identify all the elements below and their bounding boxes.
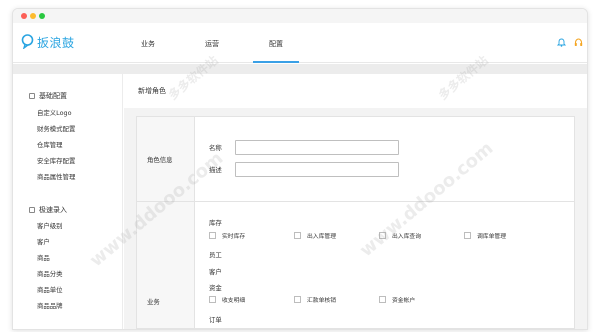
- checkbox-transfer-order-management[interactable]: 调库单管理: [464, 231, 506, 240]
- sidebar-item-product-attributes[interactable]: 商品属性管理: [37, 172, 75, 181]
- sidebar-group-title: 基础配置: [39, 92, 67, 100]
- checkbox-label: 收支明细: [222, 298, 246, 304]
- logo-text: 扳浪鼓: [37, 36, 75, 50]
- checkbox-stock-in-out-query[interactable]: 出入库查询: [379, 231, 421, 240]
- checkbox-box[interactable]: [464, 232, 471, 239]
- description-input[interactable]: [235, 162, 399, 177]
- checkbox-remittance-writeoff[interactable]: 汇款单核销: [294, 295, 336, 304]
- app-logo[interactable]: 扳浪鼓: [21, 34, 75, 51]
- checkbox-box[interactable]: [379, 232, 386, 239]
- checkbox-box[interactable]: [209, 232, 216, 239]
- page-header: 新增角色: [124, 74, 587, 108]
- checkbox-label: 资金帐户: [392, 298, 416, 304]
- main-content: 新增角色 角色信息 名称 描述 业务 库存 实时库存 出入库管理 出入库查询 调…: [124, 74, 587, 329]
- section-funds: 资金: [209, 284, 222, 292]
- page-title: 新增角色: [138, 87, 166, 95]
- sidebar-item-customer[interactable]: 客户: [37, 237, 50, 246]
- section-staff: 员工: [209, 251, 222, 259]
- nav-icons: [556, 38, 583, 49]
- checkbox-stock-in-out-management[interactable]: 出入库管理: [294, 231, 336, 240]
- minimize-window-button[interactable]: [30, 13, 36, 19]
- sidebar-item-safety-stock[interactable]: 安全库存配置: [37, 156, 75, 165]
- sidebar-group-basic-config[interactable]: 基础配置: [29, 91, 67, 101]
- checkbox-label: 实时库存: [222, 234, 246, 240]
- name-label: 名称: [209, 144, 222, 152]
- business-label: 业务: [147, 298, 160, 306]
- section-customer: 客户: [209, 268, 222, 276]
- form-label-column: [137, 117, 195, 328]
- section-divider: [137, 201, 574, 202]
- sidebar-group-title: 极速录入: [39, 206, 67, 214]
- sidebar: 基础配置 自定义Logo 财务模式配置 仓库管理 安全库存配置 商品属性管理 极…: [13, 74, 123, 329]
- headset-icon[interactable]: [574, 38, 583, 49]
- sidebar-item-finance-mode[interactable]: 财务模式配置: [37, 124, 75, 133]
- checkbox-box[interactable]: [294, 296, 301, 303]
- role-info-label: 角色信息: [147, 156, 173, 164]
- section-inventory: 库存: [209, 219, 222, 227]
- checkbox-income-expense-details[interactable]: 收支明细: [209, 295, 245, 304]
- bell-icon[interactable]: [556, 38, 567, 49]
- sidebar-item-product-category[interactable]: 商品分类: [37, 269, 63, 278]
- sidebar-item-product-unit[interactable]: 商品单位: [37, 285, 63, 294]
- checkbox-label: 出入库管理: [307, 234, 336, 240]
- sidebar-item-customer-level[interactable]: 客户级别: [37, 221, 63, 230]
- header-divider-strip: [13, 64, 587, 74]
- checkbox-realtime-stock[interactable]: 实时库存: [209, 231, 245, 240]
- section-order: 订单: [209, 316, 222, 324]
- checkbox-box[interactable]: [209, 296, 216, 303]
- nav-tab-operations[interactable]: 运营: [205, 39, 219, 49]
- sidebar-item-product[interactable]: 商品: [37, 253, 50, 262]
- role-form-panel: 角色信息 名称 描述 业务 库存 实时库存 出入库管理 出入库查询 调库单管理: [136, 116, 575, 329]
- sidebar-item-product-brand[interactable]: 商品品牌: [37, 301, 63, 310]
- maximize-window-button[interactable]: [39, 13, 45, 19]
- top-navigation: 扳浪鼓 业务 运营 配置: [13, 23, 587, 63]
- nav-tab-business[interactable]: 业务: [141, 39, 155, 49]
- checkbox-label: 汇款单核销: [307, 298, 336, 304]
- checkbox-box[interactable]: [379, 296, 386, 303]
- name-input[interactable]: [235, 140, 399, 155]
- checkbox-label: 出入库查询: [392, 234, 421, 240]
- checkbox-label: 调库单管理: [477, 234, 506, 240]
- description-label: 描述: [209, 166, 222, 174]
- close-window-button[interactable]: [21, 13, 27, 19]
- checkbox-fund-accounts[interactable]: 资金帐户: [379, 295, 415, 304]
- edit-icon: [29, 207, 35, 213]
- checkbox-box[interactable]: [294, 232, 301, 239]
- sidebar-group-quick-entry[interactable]: 极速录入: [29, 205, 67, 215]
- logo-bubble-icon: [21, 34, 34, 51]
- browser-window: 扳浪鼓 业务 运营 配置 基础配置 自定义Logo 财务模式配置 仓库管理 安全…: [12, 8, 588, 330]
- window-titlebar: [13, 9, 587, 23]
- sidebar-item-custom-logo[interactable]: 自定义Logo: [37, 108, 72, 117]
- sidebar-item-warehouse[interactable]: 仓库管理: [37, 140, 63, 149]
- settings-icon: [29, 93, 35, 99]
- nav-tab-config[interactable]: 配置: [253, 39, 299, 63]
